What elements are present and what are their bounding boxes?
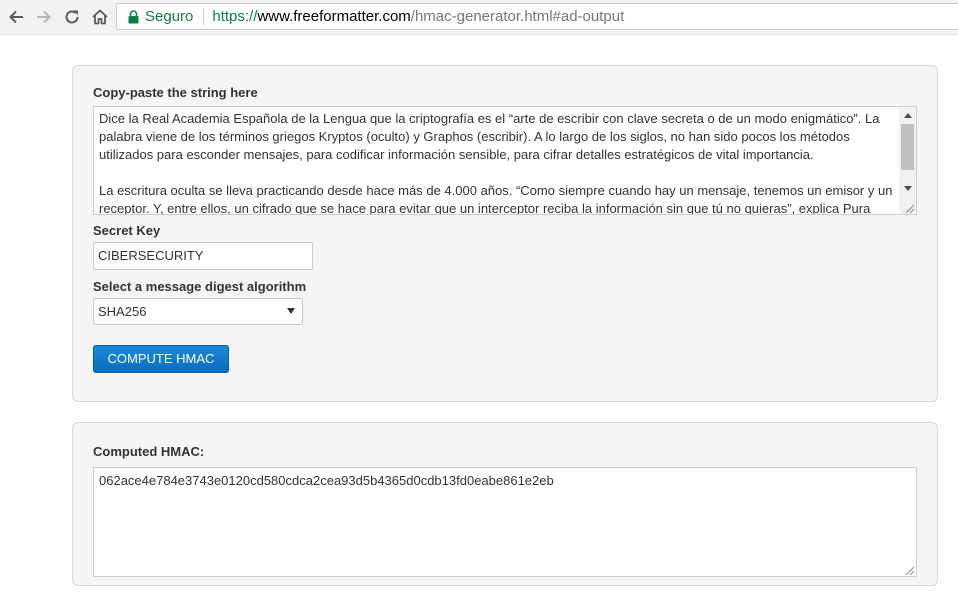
resize-grip-icon[interactable]	[903, 563, 915, 576]
textarea-scrollbar[interactable]	[899, 107, 916, 214]
url-host: www.freeformatter.com	[257, 8, 411, 25]
string-textarea-content: Dice la Real Academia Española de la Len…	[94, 107, 916, 215]
secure-label: Seguro	[145, 8, 194, 25]
scroll-up-arrow-icon[interactable]	[899, 107, 916, 124]
output-panel: Computed HMAC: 062ace4e784e3743e0120cd58…	[72, 422, 938, 586]
dropdown-arrow-icon	[287, 308, 295, 314]
computed-hmac-label: Computed HMAC:	[93, 444, 205, 459]
url-path: /hmac-generator.html#ad-output	[410, 8, 625, 25]
computed-hmac-textarea[interactable]: 062ace4e784e3743e0120cd580cdca2cea93d5b4…	[93, 467, 917, 577]
browser-toolbar: Seguro https://www.freeformatter.com/hma…	[0, 0, 958, 35]
address-bar[interactable]: Seguro https://www.freeformatter.com/hma…	[116, 3, 958, 30]
home-icon[interactable]	[89, 6, 111, 28]
input-panel: Copy-paste the string here Dice la Real …	[72, 65, 938, 402]
scrollbar-thumb[interactable]	[901, 124, 914, 170]
string-label: Copy-paste the string here	[93, 85, 258, 100]
forward-arrow-icon[interactable]	[33, 6, 55, 28]
string-paragraph-2: La escritura oculta se lleva practicando…	[99, 183, 893, 215]
lock-icon	[128, 9, 139, 24]
back-arrow-icon[interactable]	[5, 6, 27, 28]
secret-key-input[interactable]: CIBERSECURITY	[93, 242, 313, 270]
url-scheme: https://	[212, 8, 258, 25]
compute-hmac-button[interactable]: COMPUTE HMAC	[93, 345, 229, 373]
computed-hmac-value: 062ace4e784e3743e0120cd580cdca2cea93d5b4…	[99, 473, 554, 488]
string-textarea[interactable]: Dice la Real Academia Española de la Len…	[93, 106, 917, 215]
secret-key-label: Secret Key	[93, 223, 161, 238]
string-paragraph-1: Dice la Real Academia Española de la Len…	[99, 111, 880, 162]
algorithm-select[interactable]: SHA256	[93, 298, 303, 325]
reload-icon[interactable]	[61, 6, 83, 28]
algorithm-label: Select a message digest algorithm	[93, 279, 307, 294]
algorithm-selected-value: SHA256	[98, 304, 147, 319]
resize-grip-icon[interactable]	[903, 201, 915, 214]
url-separator	[203, 8, 205, 25]
scroll-down-arrow-icon[interactable]	[899, 180, 916, 197]
